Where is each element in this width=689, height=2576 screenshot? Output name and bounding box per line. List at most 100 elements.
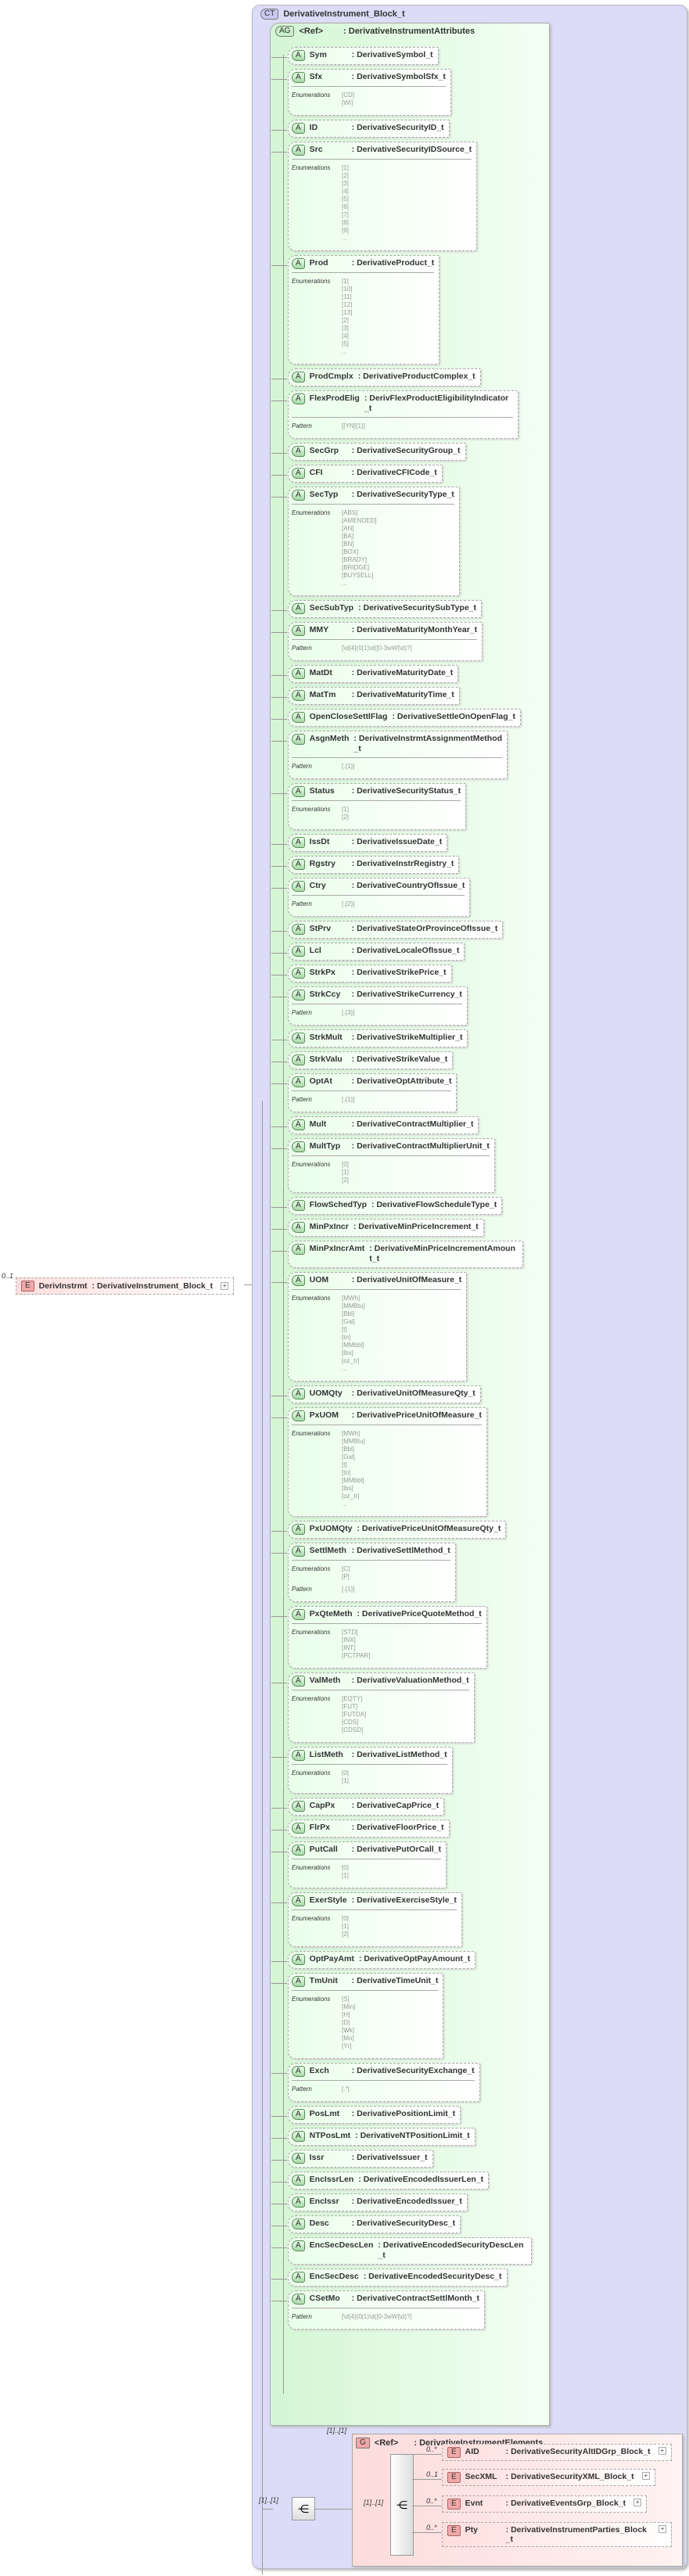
expand-icon[interactable]: + bbox=[641, 2472, 650, 2480]
enum-value: [2] bbox=[342, 1177, 349, 1184]
attribute-multtyp[interactable]: A MultTyp: DerivativeContractMultiplierUn… bbox=[271, 1138, 495, 1193]
attribute-ntposlmt[interactable]: A NTPosLmt: DerivativeNTPositionLimit_t bbox=[271, 2128, 475, 2146]
attribute-type: : DerivativeContractMultiplier_t bbox=[351, 1119, 474, 1129]
enum-value: [INX] bbox=[342, 1636, 356, 1644]
attribute-header: A StPrv: DerivativeStateOrProvinceOfIssue… bbox=[292, 924, 497, 935]
parent-element[interactable]: E DerivInstrmt : DerivativeInstrument_Bl… bbox=[16, 1277, 235, 1295]
expand-icon[interactable]: + bbox=[633, 2499, 642, 2506]
attribute-desc[interactable]: A Desc: DerivativeSecurityDesc_t bbox=[271, 2215, 461, 2233]
attribute-pxqtemeth[interactable]: A PxQteMeth: DerivativePriceQuoteMethod_t… bbox=[271, 1606, 487, 1669]
attribute-exerstyle[interactable]: A ExerStyle: DerivativeExerciseStyle_t Enu… bbox=[271, 1892, 462, 1947]
attribute-badge: A bbox=[292, 2066, 305, 2077]
attribute-header: A IssDt: DerivativeIssueDate_t bbox=[292, 837, 442, 848]
attribute-badge: A bbox=[292, 145, 305, 156]
attribute-badge: A bbox=[292, 2175, 305, 2186]
attribute-listmeth[interactable]: A ListMeth: DerivativeListMethod_t Enumera… bbox=[271, 1747, 453, 1794]
attribute-uom[interactable]: A UOM: DerivativeUnitOfMeasure_t Enumerati… bbox=[271, 1272, 468, 1381]
attribute-encsecdesc[interactable]: A EncSecDesc: DerivativeEncodedSecurityDe… bbox=[271, 2269, 508, 2287]
attribute-secsubtyp[interactable]: A SecSubTyp: DerivativeSecuritySubType_t bbox=[271, 600, 483, 618]
attribute-header: A MinPxIncr: DerivativeMinPriceIncrement_… bbox=[292, 1222, 479, 1233]
group-seq-cardinality: [1]..[1] bbox=[364, 2499, 384, 2506]
attribute-strkvalu[interactable]: A StrkValu: DerivativeStrikeValue_t bbox=[271, 1051, 454, 1069]
enumeration-values: [S] [Min] [H] [D] [Wk] [Mo] [Yr] bbox=[342, 1996, 355, 2050]
attribute-badge: A bbox=[292, 2294, 305, 2305]
attribute-src[interactable]: A Src: DerivativeSecurityIDSource_t Enumer… bbox=[271, 142, 478, 251]
attribute-asgnmeth[interactable]: A AsgnMeth: DerivativeInstrmtAssignmentMe… bbox=[271, 731, 508, 779]
attribute-cfi[interactable]: A CFI: DerivativeCFICode_t bbox=[271, 465, 443, 483]
attribute-minpxincr[interactable]: A MinPxIncr: DerivativeMinPriceIncrement_… bbox=[271, 1219, 484, 1237]
expand-icon[interactable]: + bbox=[658, 2447, 666, 2455]
attribute-strkmult[interactable]: A StrkMult: DerivativeStrikeMultiplier_t bbox=[271, 1029, 468, 1047]
attribute-id[interactable]: A ID: DerivativeSecurityID_t bbox=[271, 120, 450, 138]
attribute-name: PutCall bbox=[309, 1845, 338, 1854]
sequence-icon[interactable]: ⋲ bbox=[292, 2497, 315, 2520]
element-pty[interactable]: E Pty: DerivativeInstrumentParties_Block_… bbox=[442, 2522, 672, 2547]
attribute-rgstry[interactable]: A Rgstry: DerivativeInstrRegistry_t bbox=[271, 856, 460, 874]
attribute-name: Exch bbox=[309, 2066, 329, 2075]
attribute-mattm[interactable]: A MatTm: DerivativeMaturityTime_t bbox=[271, 687, 460, 705]
enumerations-label: Enumerations bbox=[292, 278, 331, 285]
element-secxml[interactable]: E SecXML: DerivativeSecurityXML_Block_t + bbox=[442, 2469, 655, 2486]
attribute-name: Sfx bbox=[309, 72, 323, 81]
attribute-strkpx[interactable]: A StrkPx: DerivativeStrikePrice_t bbox=[271, 965, 452, 983]
enum-value: [1] bbox=[342, 1777, 349, 1784]
attribute-badge: A bbox=[292, 946, 305, 957]
attribute-badge: A bbox=[292, 881, 305, 892]
attribute-optat[interactable]: A OptAt: DerivativeOptAttribute_t Pattern [… bbox=[271, 1073, 458, 1112]
enumerations: Enumerations [C] [P] bbox=[292, 1564, 450, 1581]
attribute-cappx[interactable]: A CapPx: DerivativeCapPrice_t bbox=[271, 1798, 445, 1816]
attribute-pxuomqty[interactable]: A PxUOMQty: DerivativePriceUnitOfMeasureQ… bbox=[271, 1521, 507, 1539]
attribute-type: : DerivativeMaturityTime_t bbox=[351, 690, 454, 699]
attribute-mult[interactable]: A Mult: DerivativeContractMultiplier_t bbox=[271, 1116, 479, 1134]
attribute-encissrlen[interactable]: A EncIssrLen: DerivativeEncodedIssuerLen_… bbox=[271, 2172, 490, 2190]
attribute-minpxincramt[interactable]: A MinPxIncrAmt: DerivativeMinPriceIncreme… bbox=[271, 1241, 524, 1268]
pattern-label: Pattern bbox=[292, 763, 312, 770]
attribute-settlmeth[interactable]: A SettlMeth: DerivativeSettlMethod_t Enume… bbox=[271, 1543, 456, 1602]
attribute-prod[interactable]: A Prod: DerivativeProduct_t Enumerations [1… bbox=[271, 255, 440, 365]
element-aid[interactable]: E AID: DerivativeSecurityAltIDGrp_Block_t… bbox=[442, 2444, 672, 2461]
enum-value: [Bbl] bbox=[342, 1310, 355, 1317]
pattern-value: [.{1}] bbox=[342, 763, 355, 770]
attribute-csetmo[interactable]: A CSetMo: DerivativeContractSettlMonth_t P… bbox=[271, 2290, 486, 2330]
attribute-name: StrkValu bbox=[309, 1054, 343, 1064]
attribute-encsecdesclen[interactable]: A EncSecDescLen: DerivativeEncodedSecurit… bbox=[271, 2237, 533, 2265]
attribute-flexprodelig[interactable]: A FlexProdElig: DerivFlexProductEligibili… bbox=[271, 390, 519, 439]
attribute-matdt[interactable]: A MatDt: DerivativeMaturityDate_t bbox=[271, 665, 459, 683]
expand-icon[interactable]: + bbox=[658, 2525, 666, 2533]
attribute-exch[interactable]: A Exch: DerivativeSecurityExchange_t Patte… bbox=[271, 2063, 480, 2102]
attribute-issdt[interactable]: A IssDt: DerivativeIssueDate_t bbox=[271, 834, 448, 852]
attribute-stprv[interactable]: A StPrv: DerivativeStateOrProvinceOfIssue… bbox=[271, 921, 504, 939]
attribute-pxuom[interactable]: A PxUOM: DerivativePriceUnitOfMeasure_t En… bbox=[271, 1407, 487, 1517]
enum-value: [13] bbox=[342, 309, 353, 316]
attribute-sectyp[interactable]: A SecTyp: DerivativeSecurityType_t Enumera… bbox=[271, 487, 460, 596]
attribute-prodcmplx[interactable]: A ProdCmplx: DerivativeProductComplex_t bbox=[271, 368, 481, 386]
attribute-encissr[interactable]: A EncIssr: DerivativeEncodedIssuer_t bbox=[271, 2193, 468, 2211]
attribute-sfx[interactable]: A Sfx: DerivativeSymbolSfx_t Enumerations [… bbox=[271, 69, 451, 116]
attribute-strkccy[interactable]: A StrkCcy: DerivativeStrikeCurrency_t Patt… bbox=[271, 986, 468, 1026]
enumeration-values: [1] [2] bbox=[342, 806, 349, 821]
attribute-putcall[interactable]: A PutCall: DerivativePutOrCall_t Enumerati… bbox=[271, 1841, 447, 1888]
attribute-uomqty[interactable]: A UOMQty: DerivativeUnitOfMeasureQty_t bbox=[271, 1385, 481, 1403]
attribute-sym[interactable]: A Sym: DerivativeSymbol_t bbox=[271, 47, 439, 65]
expand-icon[interactable]: + bbox=[221, 1282, 229, 1290]
element-evnt[interactable]: E Evnt: DerivativeEventsGrp_Block_t + bbox=[442, 2495, 648, 2513]
attribute-flowschedtyp[interactable]: A FlowSchedTyp: DerivativeFlowScheduleTyp… bbox=[271, 1197, 503, 1215]
attribute-tmunit[interactable]: A TmUnit: DerivativeTimeUnit_t Enumeration… bbox=[271, 1973, 444, 2059]
attribute-poslmt[interactable]: A PosLmt: DerivativePositionLimit_t bbox=[271, 2106, 461, 2124]
enumerations-label: Enumerations bbox=[292, 1864, 331, 1871]
enum-value: [AMENDED] bbox=[342, 517, 377, 524]
attribute-optpayamt[interactable]: A OptPayAmt: DerivativeOptPayAmount_t bbox=[271, 1951, 476, 1969]
attribute-header: A FlexProdElig: DerivFlexProductEligibili… bbox=[292, 393, 513, 414]
attribute-ctry[interactable]: A Ctry: DerivativeCountryOfIssue_t Pattern… bbox=[271, 878, 471, 917]
attribute-flrpx[interactable]: A FlrPx: DerivativeFloorPrice_t bbox=[271, 1820, 450, 1838]
sequence-icon[interactable]: ⋲ bbox=[390, 2454, 414, 2556]
attribute-mmy[interactable]: A MMY: DerivativeMaturityMonthYear_t Patte… bbox=[271, 622, 483, 661]
attribute-secgrp[interactable]: A SecGrp: DerivativeSecurityGroup_t bbox=[271, 443, 466, 461]
attribute-badge: A bbox=[292, 1076, 305, 1087]
attribute-lcl[interactable]: A Lcl: DerivativeLocaleOfIssue_t bbox=[271, 943, 465, 961]
attribute-valmeth[interactable]: A ValMeth: DerivativeValuationMethod_t Enu… bbox=[271, 1672, 475, 1743]
attribute-status[interactable]: A Status: DerivativeSecurityStatus_t Enume… bbox=[271, 783, 467, 830]
attribute-openclosesettlflag[interactable]: A OpenCloseSettlFlag: DerivativeSettleOnO… bbox=[271, 709, 521, 727]
attribute-issr[interactable]: A Issr: DerivativeIssuer_t bbox=[271, 2150, 433, 2168]
attribute-badge: A bbox=[292, 1750, 305, 1761]
